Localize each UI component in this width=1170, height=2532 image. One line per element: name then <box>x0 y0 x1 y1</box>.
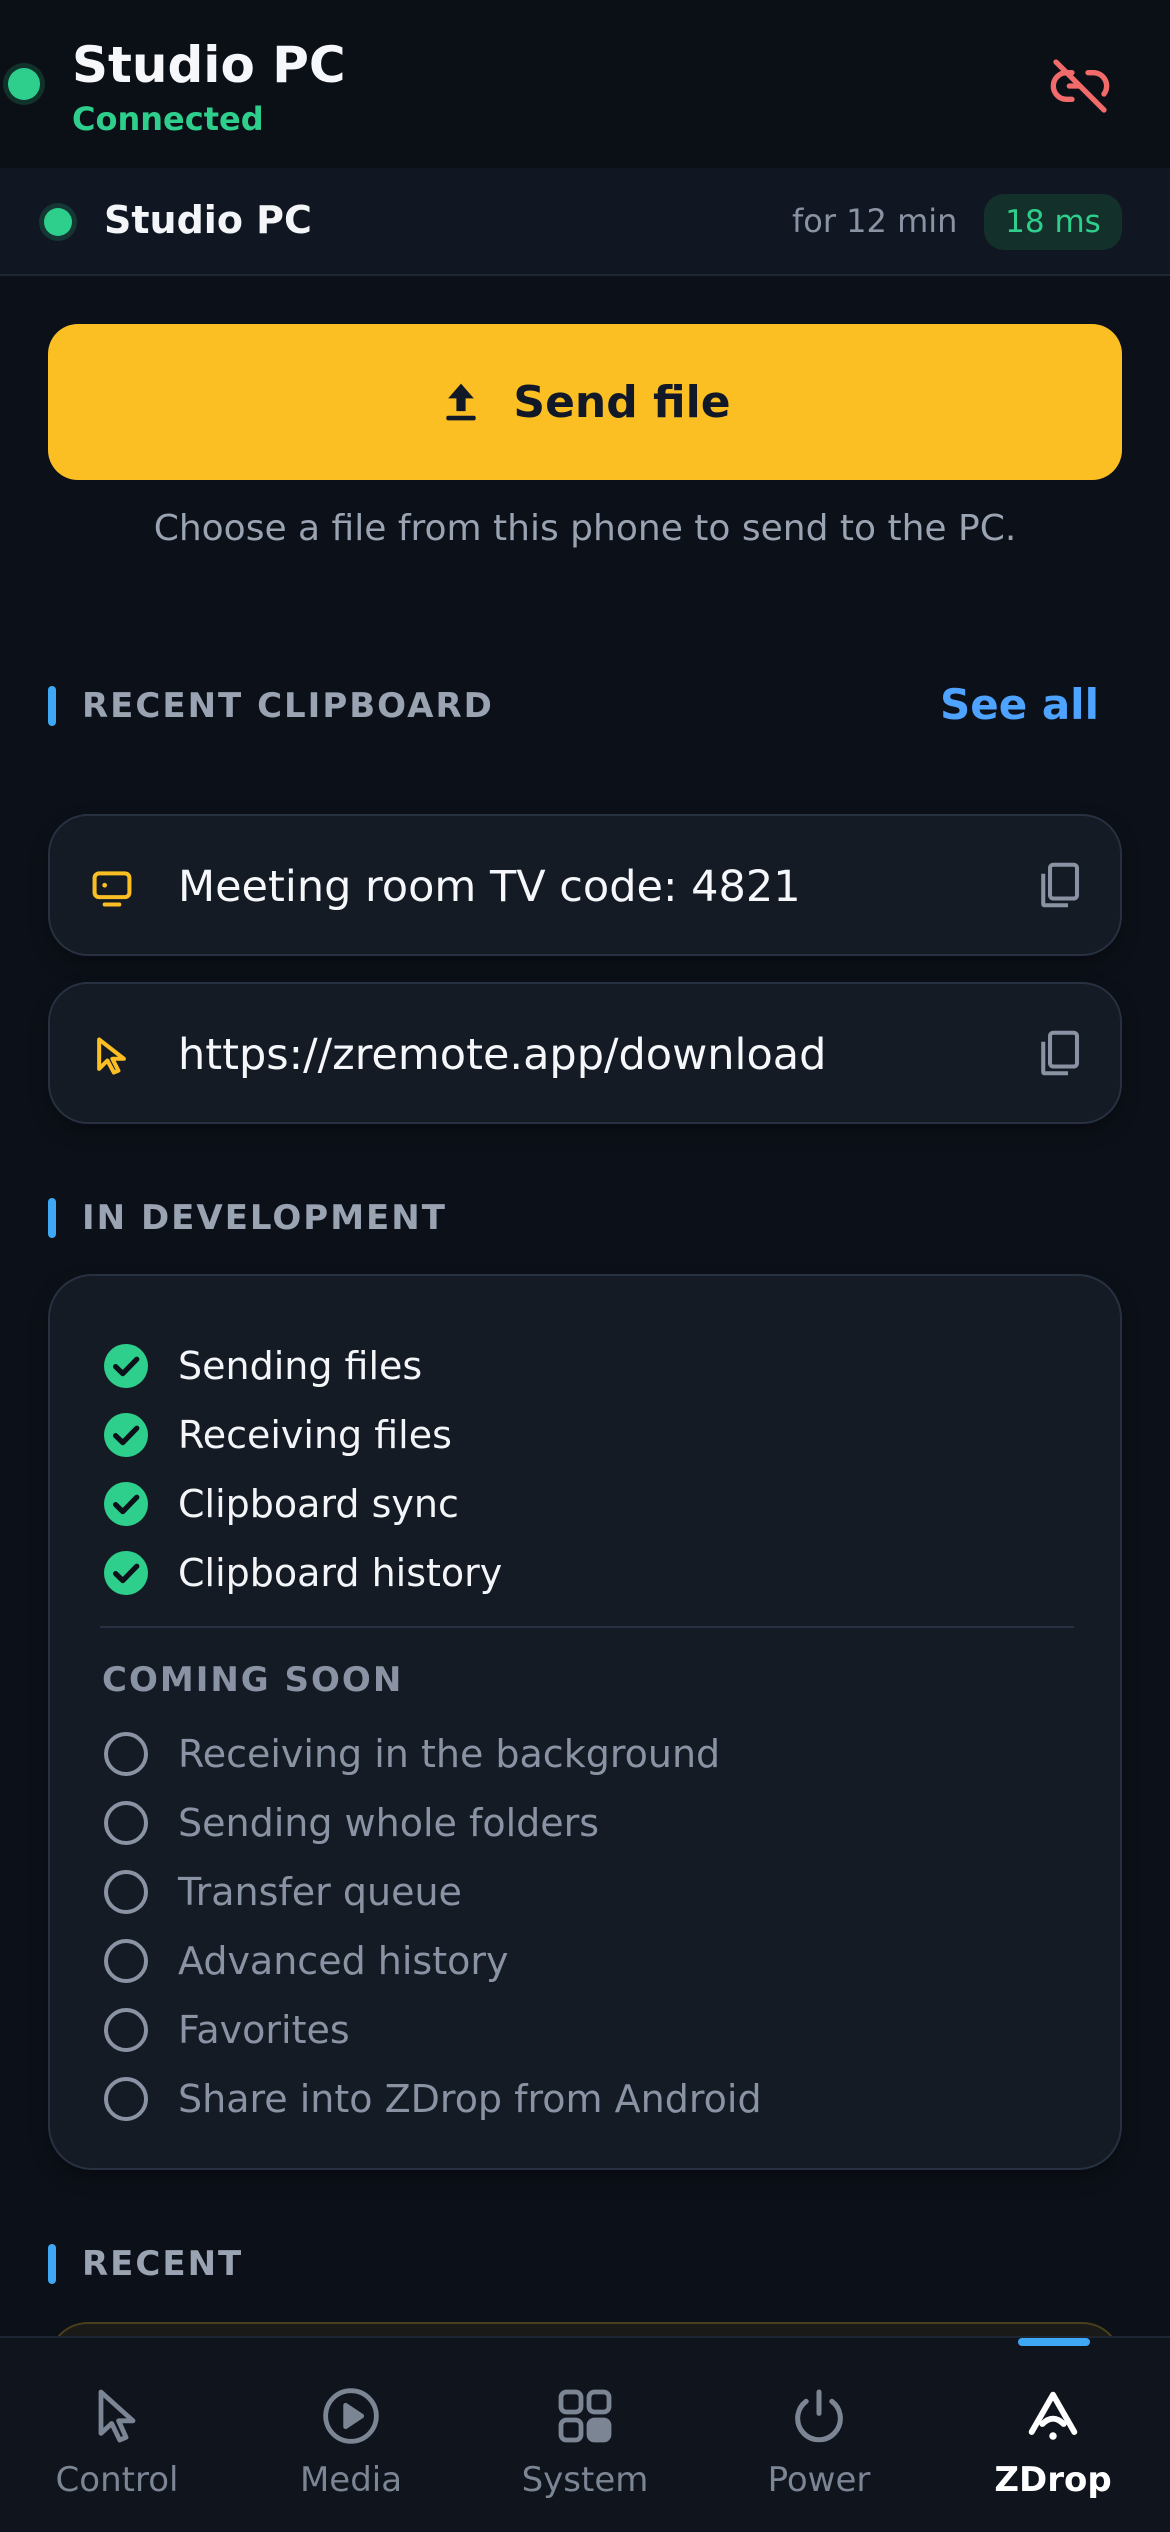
send-file-button[interactable]: Send file <box>48 324 1122 480</box>
feature-label: Receiving files <box>178 1413 452 1457</box>
empty-circle-icon <box>102 1868 150 1916</box>
check-circle-icon <box>102 1480 150 1528</box>
nav-label: System <box>521 2460 649 2500</box>
empty-circle-icon <box>102 1730 150 1778</box>
connected-device-name: Studio PC <box>104 198 312 242</box>
section-accent-bar <box>48 1198 56 1238</box>
copy-icon[interactable] <box>1032 858 1086 912</box>
coming-soon-title: COMING SOON <box>102 1660 404 1700</box>
in-development-title: IN DEVELOPMENT <box>82 1198 447 1238</box>
grid-icon <box>553 2384 617 2448</box>
connection-dot <box>44 208 72 236</box>
bottom-navigation: Control Media System Power ZDrop <box>0 2336 1170 2532</box>
monitor-icon <box>90 866 134 910</box>
section-accent-bar <box>48 686 56 726</box>
feature-label: Sending files <box>178 1344 423 1388</box>
empty-circle-icon <box>102 2006 150 2054</box>
zdrop-icon <box>1021 2384 1085 2448</box>
feature-soon-item: Receiving in the background <box>102 1728 720 1780</box>
feature-label: Sending whole folders <box>178 1801 600 1845</box>
feature-soon-item: Advanced history <box>102 1935 508 1987</box>
empty-circle-icon <box>102 2075 150 2123</box>
device-title: Studio PC <box>72 36 346 94</box>
feature-soon-item: Sending whole folders <box>102 1797 599 1849</box>
feature-done-item: Sending files <box>102 1340 422 1392</box>
feature-label: Transfer queue <box>178 1870 462 1914</box>
check-circle-icon <box>102 1549 150 1597</box>
nav-label: Power <box>767 2460 871 2500</box>
zdrop-screen: Studio PC Connected Studio PC for 12 min… <box>0 0 1170 2532</box>
feature-label: Share into ZDrop from Android <box>178 2077 762 2121</box>
upload-icon <box>439 380 483 424</box>
feature-done-item: Receiving files <box>102 1409 452 1461</box>
check-circle-icon <box>102 1411 150 1459</box>
connection-bar: Studio PC for 12 min 18 ms <box>0 168 1170 276</box>
feature-done-item: Clipboard sync <box>102 1478 459 1530</box>
see-all-link[interactable]: See all <box>940 680 1099 729</box>
feature-label: Receiving in the background <box>178 1732 721 1776</box>
nav-system[interactable]: System <box>468 2338 702 2532</box>
development-card: Sending files Receiving files Clipboard … <box>48 1274 1122 2170</box>
nav-zdrop[interactable]: ZDrop <box>936 2338 1170 2532</box>
feature-done-item: Clipboard history <box>102 1547 502 1599</box>
copy-icon[interactable] <box>1032 1026 1086 1080</box>
nav-label: ZDrop <box>994 2460 1112 2500</box>
disconnect-button[interactable] <box>1040 46 1120 126</box>
clipboard-text: https://zremote.app/download <box>178 1030 827 1080</box>
send-file-hint: Choose a file from this phone to send to… <box>153 508 1017 549</box>
feature-label: Clipboard history <box>178 1551 503 1595</box>
empty-circle-icon <box>102 1937 150 1985</box>
check-circle-icon <box>102 1342 150 1390</box>
feature-label: Clipboard sync <box>178 1482 459 1526</box>
latency-badge: 18 ms <box>984 194 1122 250</box>
nav-power[interactable]: Power <box>702 2338 936 2532</box>
clipboard-text: Meeting room TV code: 4821 <box>178 862 801 912</box>
section-accent-bar <box>48 2244 56 2284</box>
clipboard-item[interactable]: Meeting room TV code: 4821 <box>48 814 1122 956</box>
play-icon <box>319 2384 383 2448</box>
power-icon <box>787 2384 851 2448</box>
divider <box>100 1626 1074 1628</box>
feature-soon-item: Favorites <box>102 2004 350 2056</box>
unlink-icon <box>1050 59 1110 113</box>
nav-label: Control <box>55 2460 179 2500</box>
feature-soon-item: Transfer queue <box>102 1866 462 1918</box>
app-header: Studio PC Connected <box>0 0 1170 168</box>
send-file-label: Send file <box>513 376 731 428</box>
empty-circle-icon <box>102 1799 150 1847</box>
nav-label: Media <box>299 2460 403 2500</box>
feature-label: Favorites <box>178 2008 350 2052</box>
connection-duration: for 12 min <box>792 202 958 240</box>
connection-status: Connected <box>72 100 264 138</box>
nav-media[interactable]: Media <box>234 2338 468 2532</box>
cursor-icon <box>85 2384 149 2448</box>
nav-control[interactable]: Control <box>0 2338 234 2532</box>
recent-title: RECENT <box>82 2244 244 2284</box>
feature-soon-item: Share into ZDrop from Android <box>102 2073 762 2125</box>
cursor-icon <box>90 1034 134 1078</box>
connected-status-dot <box>8 68 40 100</box>
clipboard-item[interactable]: https://zremote.app/download <box>48 982 1122 1124</box>
feature-label: Advanced history <box>178 1939 509 1983</box>
recent-clipboard-title: RECENT CLIPBOARD <box>82 686 494 726</box>
